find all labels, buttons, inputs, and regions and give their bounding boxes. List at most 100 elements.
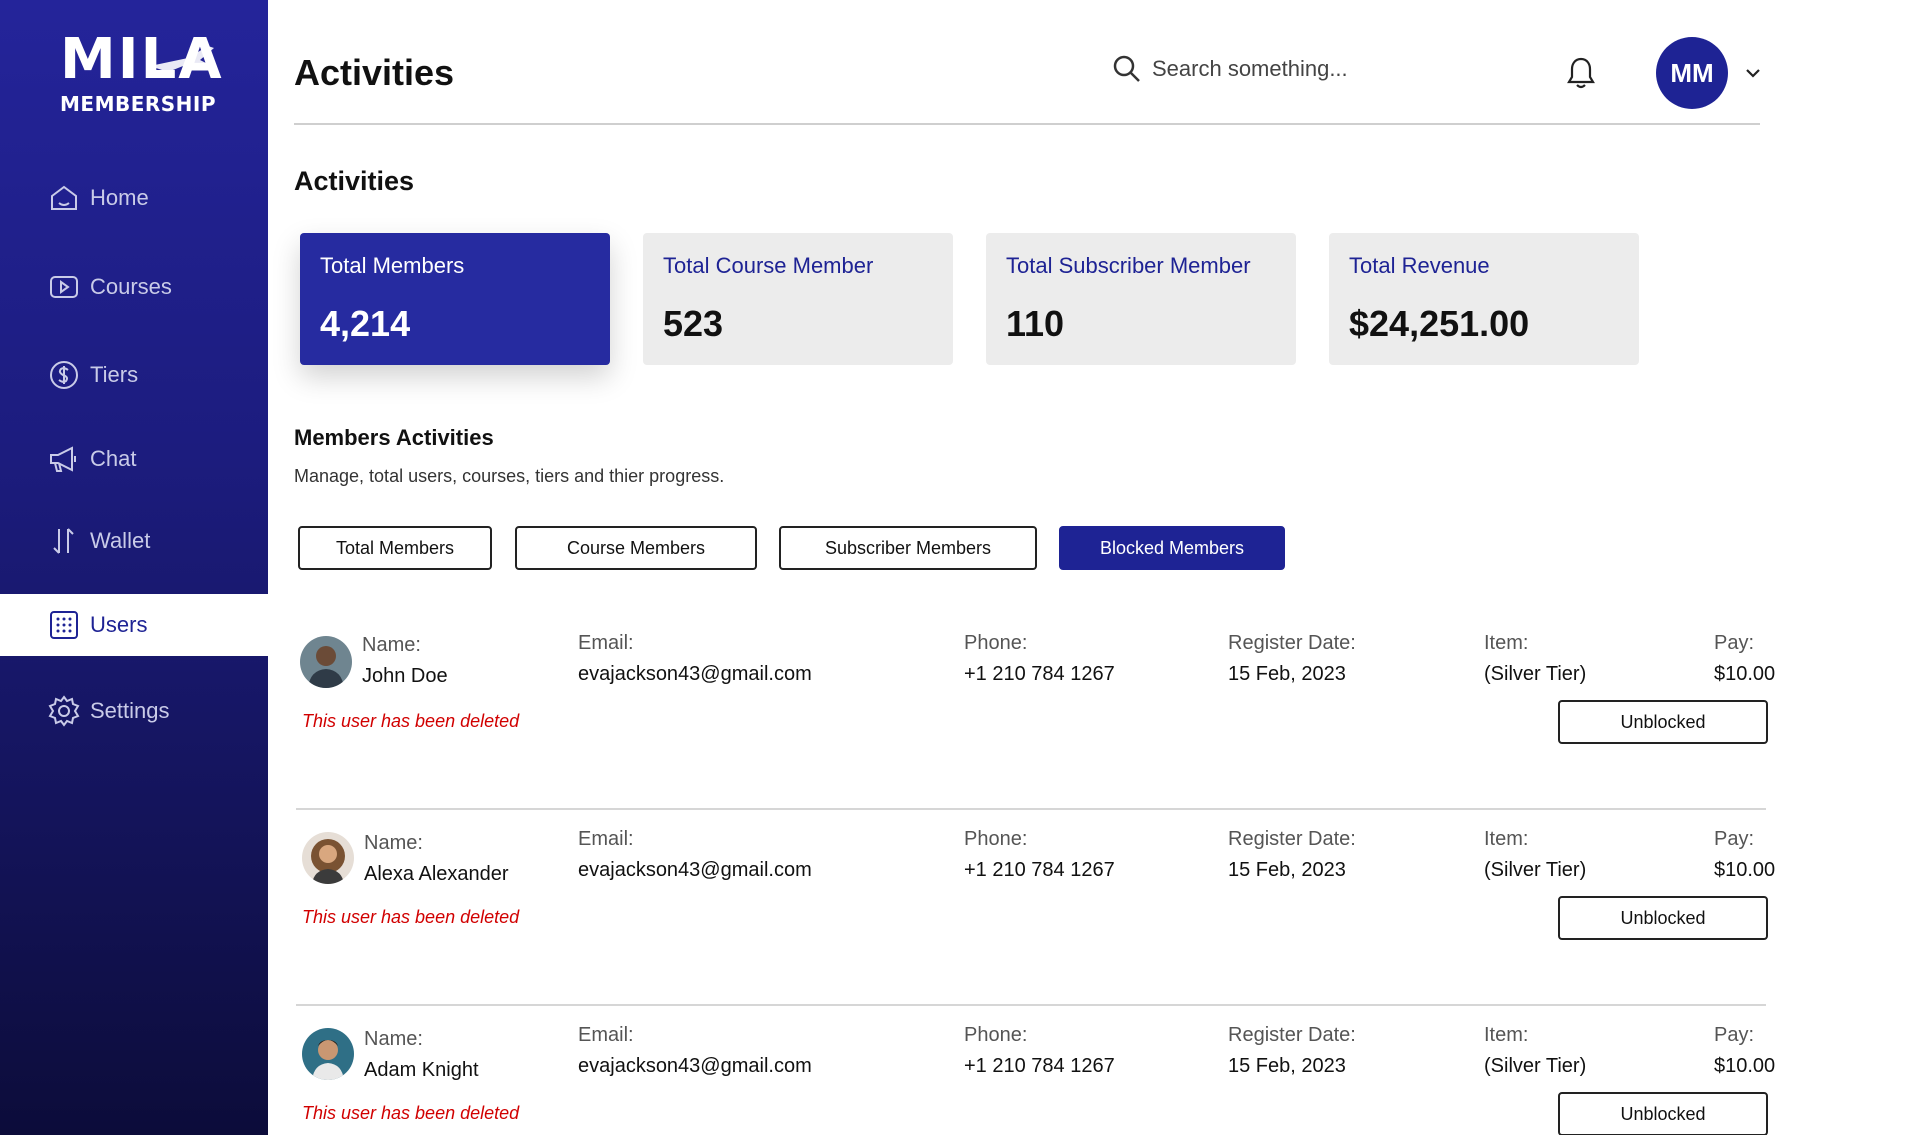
members-activities-title: Members Activities — [294, 425, 494, 450]
member-avatar — [302, 1028, 354, 1080]
member-item: (Silver Tier) — [1484, 859, 1587, 881]
user-avatar[interactable]: MM — [1656, 37, 1728, 109]
search-input[interactable] — [1152, 56, 1412, 82]
logo-subtext: MEMBERSHIP — [60, 92, 217, 116]
stat-card-value: 4,214 — [320, 303, 411, 344]
member-name-field: Name: Alexa Alexander — [364, 832, 509, 886]
unblock-button[interactable]: Unblocked — [1558, 700, 1768, 744]
sidebar-item-label: Users — [90, 612, 148, 637]
bell-icon[interactable] — [1566, 56, 1596, 90]
members-activities-subtitle: Manage, total users, courses, tiers and … — [294, 466, 725, 486]
filter-course-members-button[interactable]: Course Members — [515, 526, 757, 570]
brand-logo[interactable]: MILA MEMBERSHIP — [58, 30, 222, 117]
member-pay-field: Pay: $10.00 — [1714, 828, 1775, 882]
sidebar-item-courses[interactable]: Courses — [0, 256, 268, 318]
register-date-label: Register Date: — [1228, 1024, 1356, 1046]
gear-icon — [48, 695, 80, 727]
page-title: Activities — [294, 52, 455, 93]
stat-card-course-members[interactable]: Total Course Member 523 — [643, 233, 953, 365]
member-name-field: Name: Adam Knight — [364, 1028, 479, 1082]
member-pay-field: Pay: $10.00 — [1714, 632, 1775, 686]
member-row: Name: Adam Knight Email: evajackson43@gm… — [296, 1006, 1775, 1135]
stat-card-label: Total Course Member — [663, 253, 874, 278]
sidebar-item-label: Wallet — [90, 528, 151, 553]
member-name: John Doe — [362, 665, 448, 687]
member-register-date-field: Register Date: 15 Feb, 2023 — [1228, 828, 1356, 882]
sidebar-item-label: Home — [90, 185, 149, 210]
member-email-field: Email: evajackson43@gmail.com — [578, 632, 812, 686]
sidebar-item-settings[interactable]: Settings — [0, 680, 268, 742]
deleted-notice: This user has been deleted — [302, 907, 520, 927]
member-phone-field: Phone: +1 210 784 1267 — [964, 632, 1115, 686]
sidebar-item-wallet[interactable]: Wallet — [0, 510, 268, 572]
header-divider — [294, 123, 1760, 125]
member-email: evajackson43@gmail.com — [578, 663, 812, 685]
sidebar-item-home[interactable]: Home — [0, 167, 268, 229]
member-item-field: Item: (Silver Tier) — [1484, 1024, 1586, 1078]
member-pay: $10.00 — [1714, 1055, 1776, 1077]
member-register-date: 15 Feb, 2023 — [1228, 859, 1346, 881]
name-label: Name: — [364, 1028, 423, 1050]
search-bar[interactable] — [1112, 54, 1412, 84]
sidebar-item-chat[interactable]: Chat — [0, 428, 268, 490]
pay-label: Pay: — [1714, 632, 1755, 654]
sidebar-item-users[interactable]: Users — [0, 594, 268, 656]
sidebar-item-label: Tiers — [90, 362, 139, 387]
member-email: evajackson43@gmail.com — [578, 859, 812, 881]
home-icon — [48, 182, 80, 214]
member-phone: +1 210 784 1267 — [964, 1055, 1115, 1077]
stat-card-value: 523 — [663, 303, 724, 344]
member-item: (Silver Tier) — [1484, 1055, 1587, 1077]
member-avatar — [302, 832, 354, 884]
email-label: Email: — [578, 632, 634, 654]
users-grid-icon — [48, 609, 80, 641]
member-pay: $10.00 — [1714, 663, 1776, 685]
member-register-date-field: Register Date: 15 Feb, 2023 — [1228, 632, 1356, 686]
item-label: Item: — [1484, 632, 1529, 654]
stat-card-subscriber-members[interactable]: Total Subscriber Member 110 — [986, 233, 1296, 365]
filter-blocked-members-button[interactable]: Blocked Members — [1059, 526, 1285, 570]
phone-label: Phone: — [964, 828, 1028, 850]
sidebar-item-tiers[interactable]: Tiers — [0, 344, 268, 406]
member-pay-field: Pay: $10.00 — [1714, 1024, 1775, 1078]
member-register-date-field: Register Date: 15 Feb, 2023 — [1228, 1024, 1356, 1078]
pay-label: Pay: — [1714, 828, 1755, 850]
unblock-button[interactable]: Unblocked — [1558, 1092, 1768, 1135]
member-item: (Silver Tier) — [1484, 663, 1587, 685]
name-label: Name: — [364, 832, 423, 854]
dollar-icon — [48, 359, 80, 391]
register-date-label: Register Date: — [1228, 632, 1356, 654]
sidebar-item-label: Courses — [90, 274, 172, 299]
member-phone-field: Phone: +1 210 784 1267 — [964, 828, 1115, 882]
section-title: Activities — [294, 166, 415, 196]
sidebar: MILA MEMBERSHIP Home Courses Tiers Chat … — [0, 0, 268, 1135]
stat-card-value: 110 — [1006, 303, 1065, 344]
email-label: Email: — [578, 1024, 634, 1046]
stat-card-total-members[interactable]: Total Members 4,214 — [300, 233, 610, 365]
member-row: Name: John Doe Email: evajackson43@gmail… — [296, 614, 1775, 810]
stat-card-total-revenue[interactable]: Total Revenue $24,251.00 — [1329, 233, 1639, 365]
filter-total-members-button[interactable]: Total Members — [298, 526, 492, 570]
chevron-down-icon[interactable] — [1744, 64, 1762, 82]
filter-subscriber-members-button[interactable]: Subscriber Members — [779, 526, 1037, 570]
phone-label: Phone: — [964, 632, 1028, 654]
register-date-label: Register Date: — [1228, 828, 1356, 850]
member-email-field: Email: evajackson43@gmail.com — [578, 1024, 812, 1078]
stat-card-value: $24,251.00 — [1349, 303, 1530, 344]
play-icon — [48, 271, 80, 303]
member-phone: +1 210 784 1267 — [964, 663, 1115, 685]
name-label: Name: — [362, 634, 421, 656]
member-phone-field: Phone: +1 210 784 1267 — [964, 1024, 1115, 1078]
pay-label: Pay: — [1714, 1024, 1755, 1046]
sidebar-item-label: Settings — [90, 698, 170, 723]
member-email-field: Email: evajackson43@gmail.com — [578, 828, 812, 882]
stat-card-label: Total Members — [320, 253, 465, 278]
transfer-icon — [48, 525, 80, 557]
member-register-date: 15 Feb, 2023 — [1228, 1055, 1346, 1077]
stat-card-label: Total Subscriber Member — [1006, 253, 1251, 278]
phone-label: Phone: — [964, 1024, 1028, 1046]
member-phone: +1 210 784 1267 — [964, 859, 1115, 881]
item-label: Item: — [1484, 828, 1529, 850]
item-label: Item: — [1484, 1024, 1529, 1046]
unblock-button[interactable]: Unblocked — [1558, 896, 1768, 940]
